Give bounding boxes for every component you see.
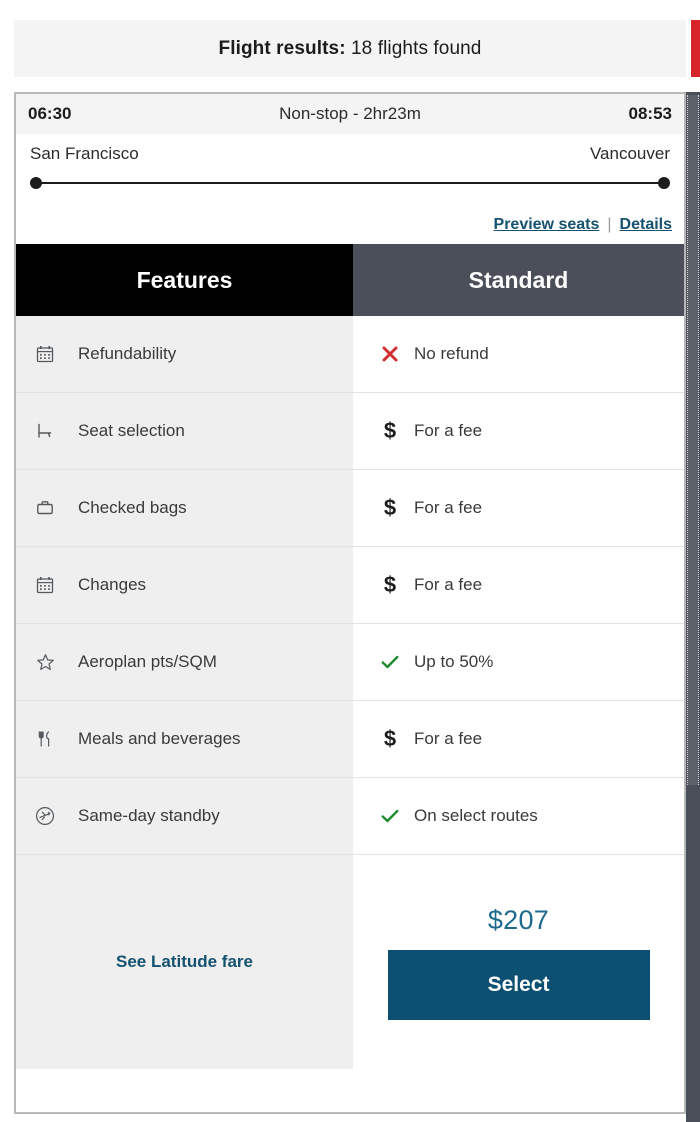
value-cell: $ For a fee (353, 701, 684, 777)
results-header-text: Flight results: 18 flights found (219, 38, 482, 60)
seat-icon (34, 420, 56, 442)
calendar-icon (34, 574, 56, 596)
check-icon (380, 806, 400, 826)
flight-card-links: Preview seats | Details (16, 192, 684, 244)
table-row: Refundability No refund (16, 316, 684, 393)
feature-cell: Seat selection (16, 393, 353, 469)
value-label: For a fee (414, 575, 483, 594)
table-row: Aeroplan pts/SQM Up to 50% (16, 624, 684, 701)
dollar-icon: $ (383, 726, 397, 751)
value-cell: $ For a fee (353, 393, 684, 469)
star-icon (34, 651, 56, 673)
standby-plane-icon (34, 805, 56, 827)
table-row: Changes $ For a fee (16, 547, 684, 624)
value-cell: $ For a fee (353, 547, 684, 623)
flight-times-strip: 06:30 Non-stop - 2hr23m 08:53 (16, 94, 684, 134)
latitude-fare-cell: See Latitude fare (16, 855, 353, 1069)
results-header-count: 18 flights found (345, 37, 482, 59)
comparison-table-header: Features Standard (16, 244, 684, 316)
table-row: Checked bags $ For a fee (16, 470, 684, 547)
destination-city: Vancouver (589, 144, 670, 163)
details-link[interactable]: Details (620, 216, 672, 234)
value-cell: No refund (353, 316, 684, 392)
value-label: For a fee (414, 729, 483, 748)
column-header-standard: Standard (353, 244, 684, 316)
feature-cell: Refundability (16, 316, 353, 392)
dollar-icon: $ (383, 418, 397, 443)
preview-seats-link[interactable]: Preview seats (494, 216, 600, 234)
fare-price: $207 (487, 904, 550, 935)
feature-cell: Checked bags (16, 470, 353, 546)
value-cell: On select routes (353, 778, 684, 854)
vertical-scrollbar-thumb[interactable] (687, 95, 699, 785)
column-header-features: Features (16, 244, 353, 316)
flight-results-header: Flight results: 18 flights found (14, 20, 686, 77)
feature-label: Meals and beverages (78, 729, 241, 748)
value-label: For a fee (414, 498, 483, 517)
feature-label: Seat selection (78, 421, 185, 440)
feature-label: Checked bags (78, 498, 187, 517)
stops-duration-label: Non-stop - 2hr23m (279, 104, 421, 123)
value-label: No refund (414, 344, 489, 363)
table-row: Same-day standby On select routes (16, 778, 684, 855)
utensils-icon (34, 728, 56, 750)
value-label: On select routes (414, 806, 538, 825)
fare-footer: See Latitude fare $207 Select (16, 855, 684, 1069)
feature-label: Changes (78, 575, 147, 594)
feature-label: Aeroplan pts/SQM (78, 652, 217, 671)
flight-card: 06:30 Non-stop - 2hr23m 08:53 San Franci… (14, 92, 686, 1114)
feature-label: Refundability (78, 344, 177, 363)
departure-time: 06:30 (28, 104, 72, 123)
arrival-time: 08:53 (628, 104, 672, 123)
feature-cell: Aeroplan pts/SQM (16, 624, 353, 700)
feature-cell: Meals and beverages (16, 701, 353, 777)
feature-cell: Same-day standby (16, 778, 353, 854)
origin-city: San Francisco (30, 144, 139, 163)
see-latitude-fare-link[interactable]: See Latitude fare (116, 952, 253, 972)
results-header-title: Flight results: (218, 37, 346, 59)
route-line-graphic (30, 174, 670, 192)
check-icon (380, 652, 400, 672)
calendar-icon (34, 343, 56, 365)
flight-route-block: San Francisco Vancouver (16, 134, 684, 192)
link-separator: | (607, 216, 612, 233)
header-accent-bar (691, 20, 700, 77)
feature-cell: Changes (16, 547, 353, 623)
briefcase-icon (34, 497, 56, 519)
value-label: For a fee (414, 421, 483, 440)
dollar-icon: $ (383, 572, 397, 597)
dollar-icon: $ (383, 495, 397, 520)
value-cell: Up to 50% (353, 624, 684, 700)
table-row: Seat selection $ For a fee (16, 393, 684, 470)
route-origin-dot (30, 177, 42, 189)
value-cell: $ For a fee (353, 470, 684, 546)
table-row: Meals and beverages $ For a fee (16, 701, 684, 778)
cross-icon (380, 344, 400, 364)
route-destination-dot (658, 177, 670, 189)
select-button[interactable]: Select (387, 949, 650, 1020)
value-label: Up to 50% (414, 652, 494, 671)
route-cities: San Francisco Vancouver (30, 144, 670, 164)
price-select-cell: $207 Select (353, 855, 684, 1069)
feature-label: Same-day standby (78, 806, 220, 825)
route-line (36, 182, 664, 184)
